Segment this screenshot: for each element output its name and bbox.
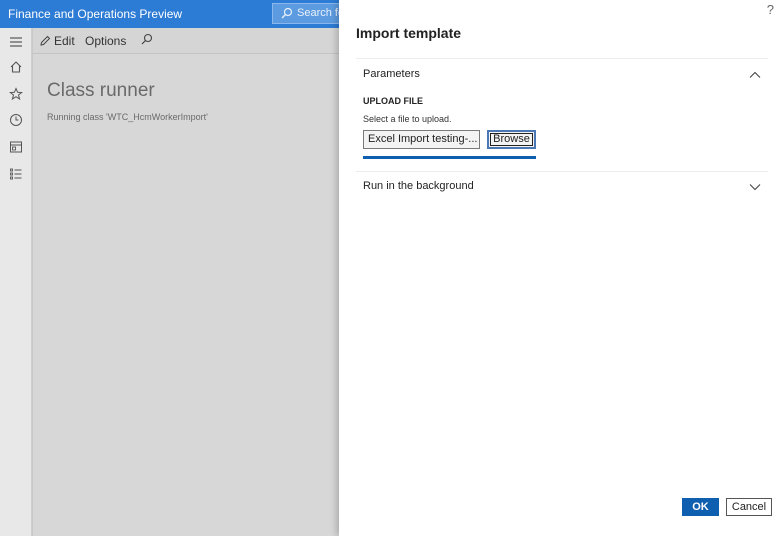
help-button[interactable]: ?: [767, 2, 774, 17]
app-title[interactable]: Finance and Operations Preview: [8, 7, 182, 21]
upload-progress-fill: [363, 156, 536, 159]
chevron-up-icon[interactable]: [748, 68, 762, 82]
page-subtitle: Running class 'WTC_HcmWorkerImport': [47, 112, 208, 122]
hamburger-menu-icon[interactable]: [6, 32, 26, 52]
upload-hint: Select a file to upload.: [363, 114, 452, 124]
divider: [356, 58, 768, 59]
app-header: Finance and Operations Preview Search fo: [0, 0, 342, 28]
options-label: Options: [85, 34, 127, 48]
navigation-rail: [0, 28, 32, 536]
import-template-dialog: ? Import template Parameters UPLOAD FILE…: [339, 0, 784, 536]
edit-label: Edit: [54, 34, 75, 48]
search-text: Search fo: [297, 7, 342, 19]
cancel-button[interactable]: Cancel: [726, 498, 772, 516]
dialog-title: Import template: [356, 25, 462, 41]
browse-button[interactable]: Browse: [487, 130, 536, 149]
background-section-header[interactable]: Run in the background: [363, 180, 474, 192]
clock-icon[interactable]: [6, 110, 26, 130]
action-pane: Edit Options: [33, 28, 340, 54]
parameters-section-header[interactable]: Parameters: [363, 68, 420, 80]
edit-button[interactable]: Edit: [39, 34, 75, 48]
ok-button[interactable]: OK: [682, 498, 719, 516]
main-content: Edit Options Class runner Running class …: [33, 28, 340, 536]
search-options-icon[interactable]: [141, 33, 153, 45]
file-name-field[interactable]: Excel Import testing-...: [363, 130, 480, 149]
search-icon: [281, 7, 293, 19]
home-icon[interactable]: [6, 57, 26, 77]
list-icon[interactable]: [6, 164, 26, 184]
workspace-icon[interactable]: [6, 137, 26, 157]
page-title: Class runner: [47, 80, 155, 101]
star-icon[interactable]: [6, 84, 26, 104]
divider: [356, 171, 768, 172]
chevron-down-icon[interactable]: [748, 180, 762, 194]
options-button[interactable]: Options: [85, 34, 126, 48]
search-input[interactable]: Search fo: [272, 3, 342, 24]
upload-progress-bar: [363, 156, 536, 159]
pencil-icon: [40, 35, 51, 46]
upload-file-label: UPLOAD FILE: [363, 96, 423, 106]
